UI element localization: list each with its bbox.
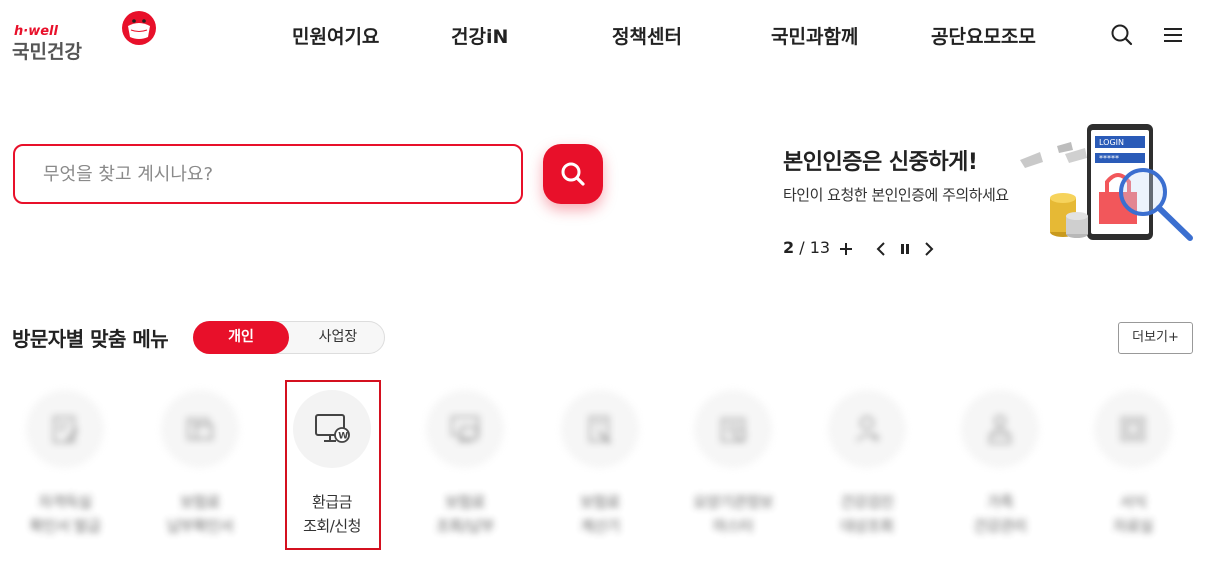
banner-title[interactable]: 본인인증은 신중하게! <box>783 144 978 176</box>
nav-item-about-nhis[interactable]: 공단요모조모 <box>931 22 1036 49</box>
chevron-left-icon <box>876 242 885 256</box>
menu-item-label: 가족 건강관리 <box>973 493 1027 535</box>
search-input[interactable] <box>43 160 503 188</box>
hospital-icon <box>721 418 746 442</box>
menu-item-label: 자격득실 확인서 발급 <box>29 493 101 535</box>
menu-item[interactable]: 보험료 조회/납부 <box>415 390 515 560</box>
login-text: LOGIN <box>1099 138 1124 147</box>
menu-item-label: 보험료 계산기 <box>580 493 620 535</box>
banner-subtitle: 타인이 요청한 본인인증에 주의하세요 <box>783 186 1009 204</box>
banner-pause-button[interactable] <box>895 238 915 260</box>
health-check-icon <box>856 416 880 442</box>
nav-item-with-citizens[interactable]: 국민과함께 <box>771 22 858 49</box>
forms-icon <box>1121 417 1145 441</box>
menu-item-label: 보험료 조회/납부 <box>436 493 494 535</box>
document-edit-icon <box>53 416 79 443</box>
menu-item[interactable]: 서식 자료실 <box>1083 390 1183 560</box>
toggle-individual[interactable]: 개인 <box>193 321 289 354</box>
search-box <box>13 144 523 204</box>
menu-icon-circle <box>561 390 639 468</box>
menu-icon-circle <box>961 390 1039 468</box>
hamburger-menu-icon[interactable] <box>1160 22 1186 48</box>
plus-icon <box>840 243 852 255</box>
menu-item[interactable]: 가족 건강관리 <box>950 390 1050 560</box>
menu-item-label: 서식 자료실 <box>1113 493 1153 535</box>
banner-expand-button[interactable] <box>836 238 856 260</box>
search-icon[interactable] <box>1109 22 1135 48</box>
chevron-right-icon <box>925 242 934 256</box>
banner-pager: 2 / 13 <box>783 238 830 260</box>
banner-next-button[interactable] <box>919 238 939 260</box>
menu-icon-circle: W <box>293 390 371 468</box>
receipt-icon <box>187 418 213 440</box>
family-icon <box>989 415 1011 444</box>
menu-item[interactable]: 보험료 납부확인서 <box>150 390 250 560</box>
login-phone-illustration: LOGIN ***** <box>1020 124 1193 241</box>
svg-text:W: W <box>338 432 348 442</box>
section-title: 방문자별 맞춤 메뉴 <box>12 327 169 351</box>
search-button[interactable] <box>543 144 603 204</box>
monitor-won-icon: W <box>315 414 350 443</box>
menu-item[interactable]: 자격득실 확인서 발급 <box>15 390 115 560</box>
menu-icon-circle <box>828 390 906 468</box>
search-icon <box>561 162 585 186</box>
menu-item-label: 환급금 조회/신청 <box>303 493 361 535</box>
toggle-business[interactable]: 사업장 <box>290 321 386 354</box>
pager-total: 13 <box>809 238 831 257</box>
menu-icon-circle <box>694 390 772 468</box>
menu-item-label: 건강검진 대상조회 <box>840 493 894 535</box>
menu-item-label: 요양기관정보 마스터 <box>693 493 773 535</box>
nav-item-civil-service[interactable]: 민원여기요 <box>292 22 379 49</box>
menu-item-label: 보험료 납부확인서 <box>166 493 234 535</box>
menu-icon-circle <box>1094 390 1172 468</box>
banner-prev-button[interactable] <box>871 238 891 260</box>
visitor-type-toggle: 개인 사업장 <box>193 321 385 354</box>
main-nav: 민원여기요 건강iN 정책센터 국민과함께 공단요모조모 <box>0 22 1218 50</box>
calculator-icon <box>589 416 612 445</box>
pager-current: 2 <box>783 238 795 257</box>
nav-item-health-in[interactable]: 건강iN <box>451 22 508 49</box>
menu-item-refund[interactable]: W 환급금 조회/신청 <box>282 390 382 560</box>
more-button[interactable]: 더보기+ <box>1118 322 1193 354</box>
pager-separator: / <box>794 238 810 257</box>
password-text: ***** <box>1099 154 1119 163</box>
menu-icon-circle <box>426 390 504 468</box>
menu-item[interactable]: 요양기관정보 마스터 <box>683 390 783 560</box>
menu-icon-circle <box>161 390 239 468</box>
nav-item-policy-center[interactable]: 정책센터 <box>612 22 682 49</box>
pause-icon <box>901 244 909 254</box>
menu-item[interactable]: 건강검진 대상조회 <box>817 390 917 560</box>
menu-item[interactable]: 보험료 계산기 <box>550 390 650 560</box>
menu-icon-circle <box>26 390 104 468</box>
monitor-card-icon <box>451 416 479 442</box>
